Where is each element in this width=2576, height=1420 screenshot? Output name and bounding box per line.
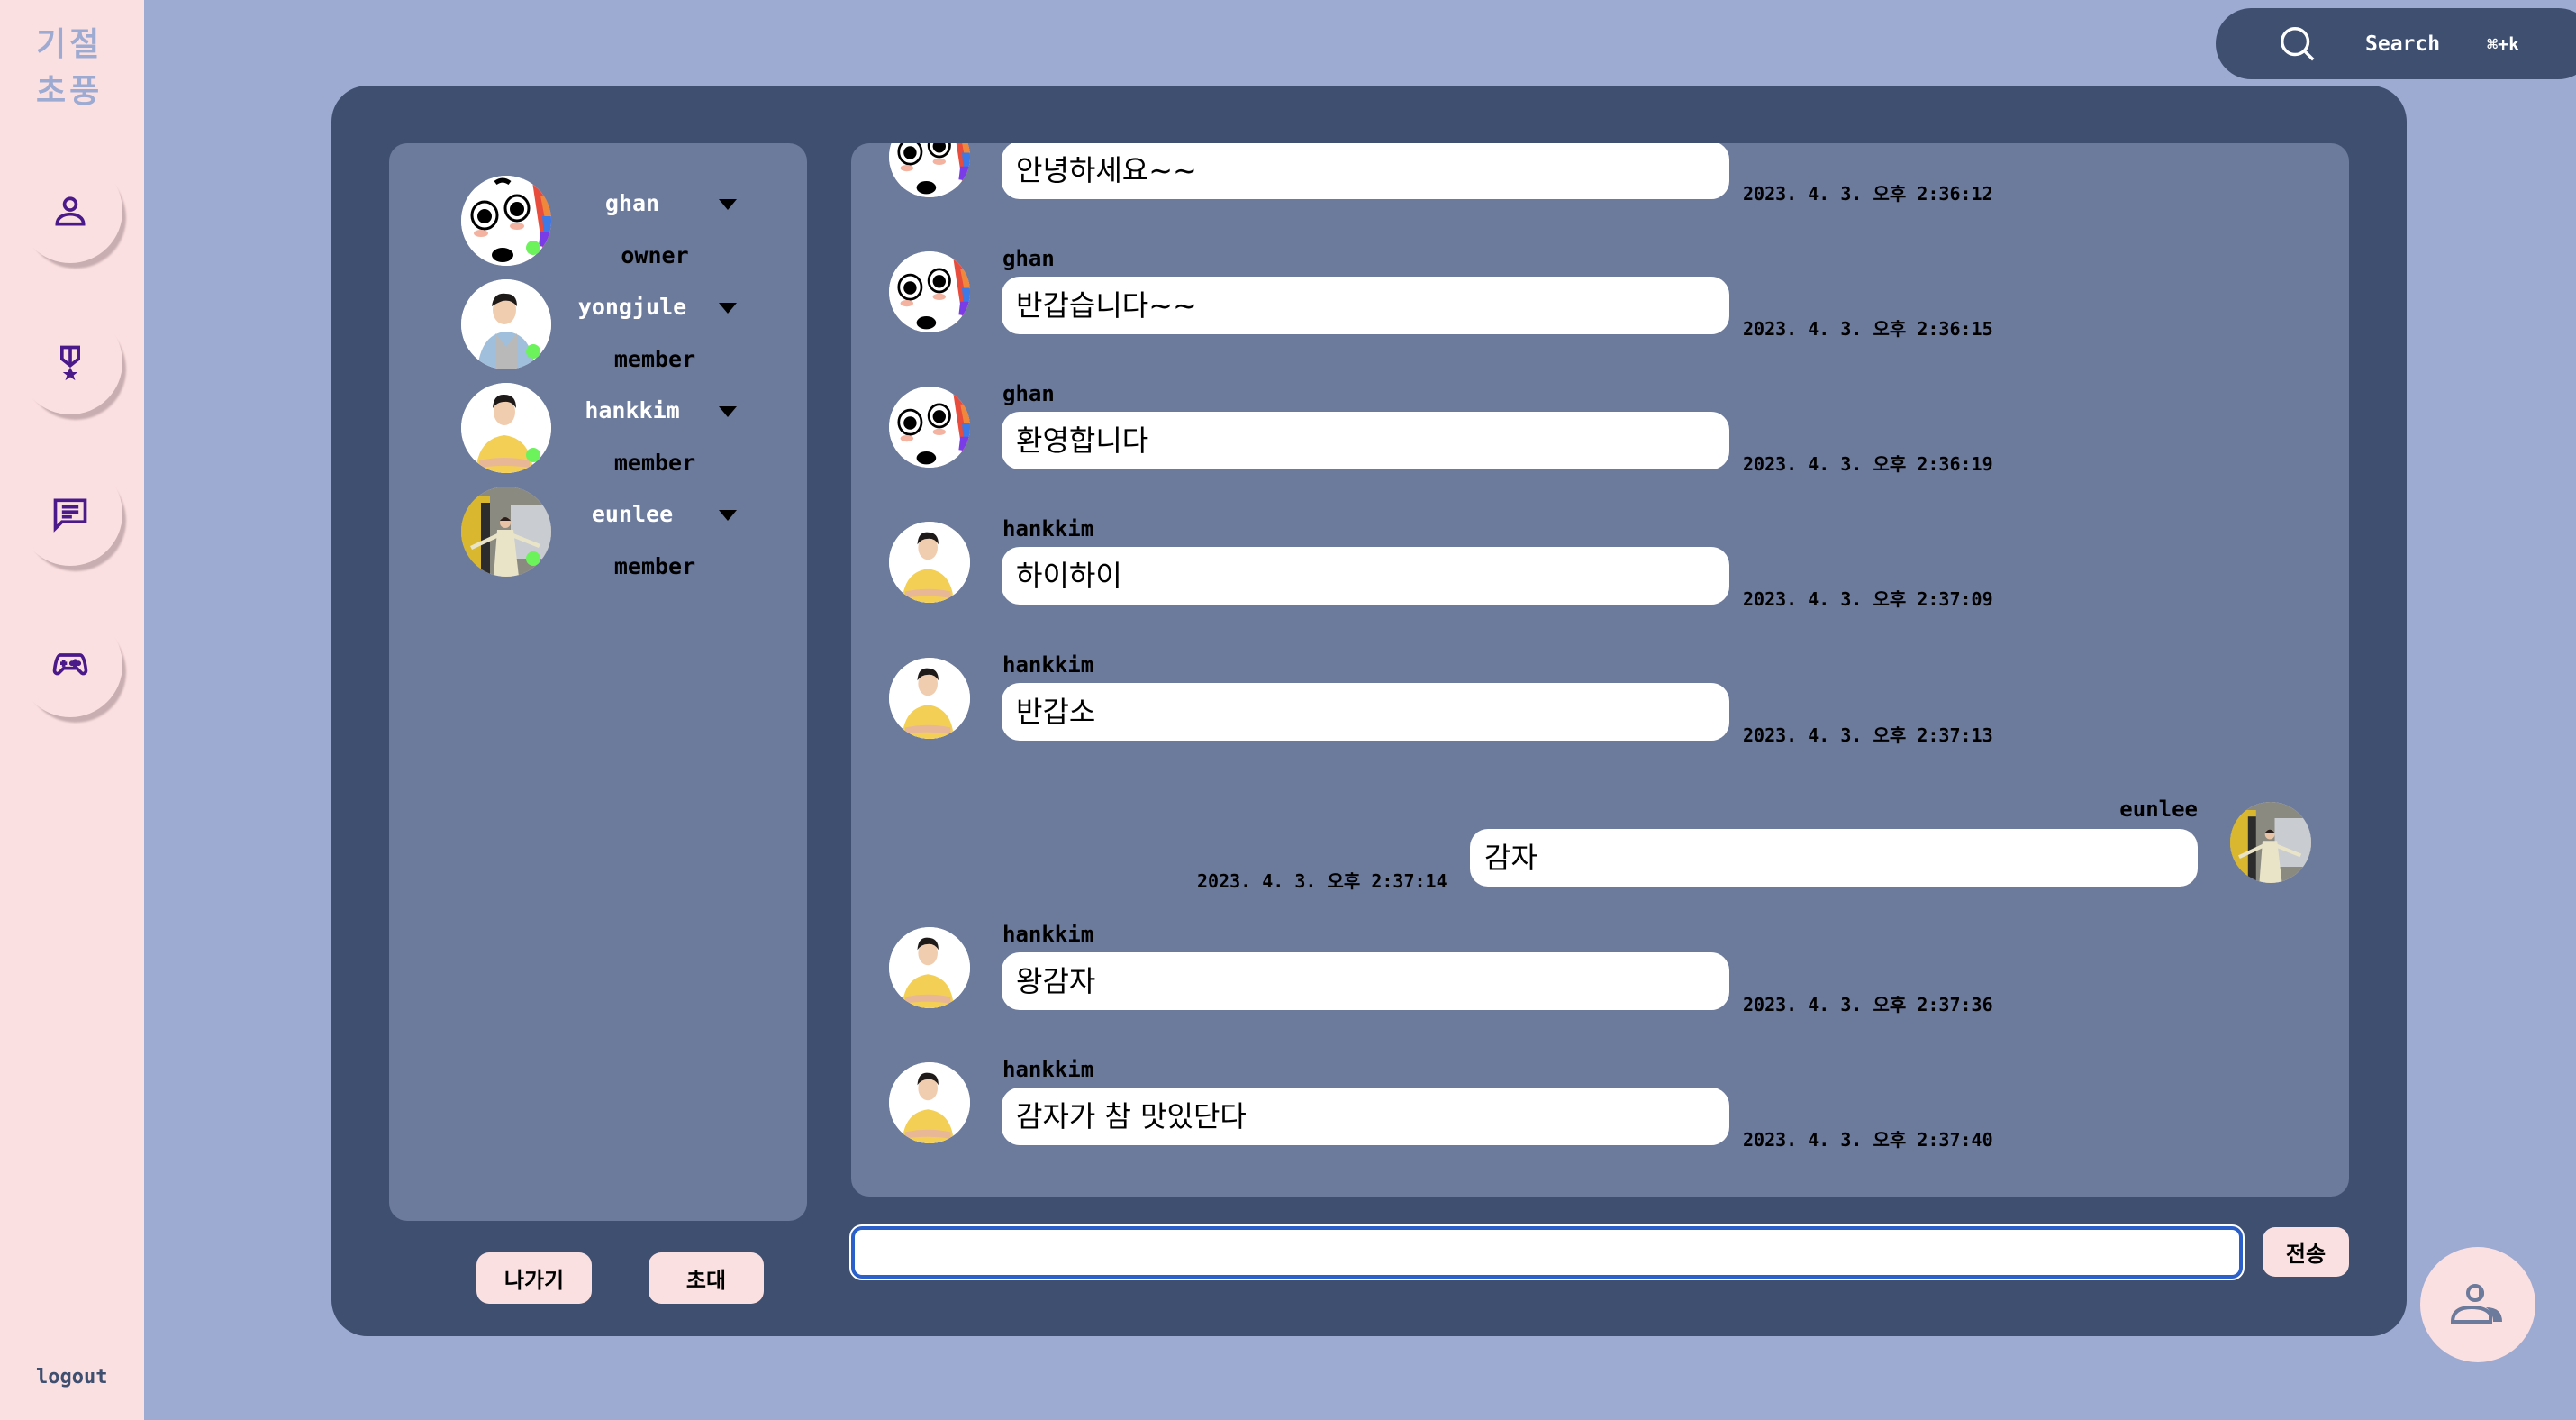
- message-bubble: 왕감자: [1002, 952, 1729, 1010]
- search-shortcut: ⌘+k: [2487, 32, 2520, 55]
- member-item[interactable]: hankkim member: [461, 383, 767, 482]
- friends-button[interactable]: [2420, 1247, 2535, 1362]
- avatar-hankkim-image: [889, 1062, 970, 1143]
- member-item[interactable]: ghan owner: [461, 176, 767, 275]
- message-timestamp: 2023. 4. 3. 오후 2:37:13: [1743, 724, 1993, 746]
- message-list[interactable]: 안녕하세요~~ 2023. 4. 3. 오후 2:36:12 ghan 반갑습니…: [851, 143, 2349, 1197]
- message-sender: ghan: [1002, 246, 1055, 271]
- online-indicator: [526, 344, 540, 359]
- online-indicator: [526, 448, 540, 462]
- avatar-hankkim-image: [889, 522, 970, 603]
- member-list: ghan owner yongjule member hankkim membe…: [389, 143, 807, 1221]
- message-avatar[interactable]: [889, 658, 970, 739]
- message-timestamp: 2023. 4. 3. 오후 2:36:15: [1743, 318, 1993, 340]
- member-menu-dropdown[interactable]: [719, 303, 737, 314]
- app-logo[interactable]: 기절 초풍: [36, 22, 117, 115]
- member-item[interactable]: yongjule member: [461, 279, 767, 378]
- friends-icon: [2450, 1284, 2502, 1324]
- message-item: ghan 환영합니다 2023. 4. 3. 오후 2:36:19: [851, 381, 2349, 513]
- logo-line-1: 기절: [36, 26, 104, 63]
- member-name: ghan: [604, 190, 660, 216]
- message-sender: hankkim: [1002, 1057, 1094, 1082]
- avatar-hankkim-image: [889, 658, 970, 739]
- gamepad-icon: [52, 653, 88, 676]
- invite-button[interactable]: 초대: [649, 1252, 764, 1304]
- message-item: hankkim 감자가 참 맛있단다 2023. 4. 3. 오후 2:37:4…: [851, 1057, 2349, 1188]
- message-bubble: 감자가 참 맛있단다: [1002, 1088, 1729, 1145]
- member-role: member: [613, 553, 696, 579]
- message-timestamp: 2023. 4. 3. 오후 2:37:14: [1197, 870, 1447, 892]
- message-avatar[interactable]: [889, 143, 970, 197]
- message-bubble: 환영합니다: [1002, 412, 1729, 469]
- member-menu-dropdown[interactable]: [719, 406, 737, 417]
- message-bubble: 반갑습니다~~: [1002, 277, 1729, 334]
- message-item: ghan 반갑습니다~~ 2023. 4. 3. 오후 2:36:15: [851, 246, 2349, 378]
- online-indicator: [526, 241, 540, 255]
- message-bubble: 반갑소: [1002, 683, 1729, 741]
- nav-profile-button[interactable]: [18, 159, 122, 263]
- search-bar[interactable]: Search ⌘+k: [2216, 8, 2576, 79]
- message-item: hankkim 왕감자 2023. 4. 3. 오후 2:37:36: [851, 922, 2349, 1053]
- online-indicator: [526, 551, 540, 566]
- avatar-eunlee-image: [2230, 802, 2311, 883]
- message-avatar[interactable]: [889, 1062, 970, 1143]
- message-avatar[interactable]: [889, 927, 970, 1008]
- message-item-own: eunlee 감자 2023. 4. 3. 오후 2:37:14: [851, 796, 2349, 928]
- member-role: member: [613, 450, 696, 476]
- message-sender: hankkim: [1002, 652, 1094, 678]
- member-menu-dropdown[interactable]: [719, 199, 737, 210]
- message-timestamp: 2023. 4. 3. 오후 2:37:36: [1743, 994, 1993, 1015]
- message-timestamp: 2023. 4. 3. 오후 2:36:19: [1743, 453, 1993, 475]
- logo-line-2: 초풍: [36, 73, 104, 110]
- member-role: member: [613, 346, 696, 372]
- avatar-hankkim-image: [889, 927, 970, 1008]
- member-name: eunlee: [591, 501, 674, 527]
- message-sender: eunlee: [2119, 796, 2198, 822]
- nav-ranking-button[interactable]: [18, 310, 122, 414]
- message-sender: hankkim: [1002, 516, 1094, 542]
- logout-link[interactable]: logout: [36, 1366, 107, 1388]
- message-item: hankkim 반갑소 2023. 4. 3. 오후 2:37:13: [851, 652, 2349, 784]
- member-name: yongjule: [577, 294, 687, 320]
- message-avatar[interactable]: [889, 251, 970, 332]
- search-label: Search: [2365, 32, 2441, 56]
- message-item: 안녕하세요~~ 2023. 4. 3. 오후 2:36:12: [851, 143, 2349, 242]
- chat-room-panel: ghan owner yongjule member hankkim membe…: [331, 86, 2407, 1336]
- search-icon: [2281, 26, 2315, 60]
- sidebar: 기절 초풍 logout: [0, 0, 144, 1420]
- send-button[interactable]: 전송: [2263, 1227, 2349, 1277]
- avatar-ghan-image: [889, 387, 970, 468]
- message-timestamp: 2023. 4. 3. 오후 2:37:40: [1743, 1129, 1993, 1151]
- avatar-ghan-image: [889, 251, 970, 332]
- message-input[interactable]: [849, 1224, 2245, 1280]
- message-bubble: 하이하이: [1002, 547, 1729, 605]
- message-avatar[interactable]: [889, 387, 970, 468]
- user-icon: [55, 196, 86, 226]
- message-sender: ghan: [1002, 381, 1055, 406]
- nav-chat-button[interactable]: [18, 461, 122, 566]
- message-timestamp: 2023. 4. 3. 오후 2:36:12: [1743, 183, 1993, 205]
- chat-icon: [53, 498, 87, 532]
- nav-game-button[interactable]: [18, 613, 122, 717]
- member-menu-dropdown[interactable]: [719, 510, 737, 521]
- message-avatar[interactable]: [889, 522, 970, 603]
- member-role: owner: [621, 242, 689, 269]
- message-item: hankkim 하이하이 2023. 4. 3. 오후 2:37:09: [851, 516, 2349, 648]
- member-name: hankkim: [585, 397, 680, 423]
- message-sender: hankkim: [1002, 922, 1094, 947]
- message-bubble: 감자: [1470, 829, 2198, 887]
- medal-icon: [60, 345, 80, 381]
- avatar-ghan-image: [889, 143, 970, 197]
- message-timestamp: 2023. 4. 3. 오후 2:37:09: [1743, 588, 1993, 610]
- message-bubble: 안녕하세요~~: [1002, 143, 1729, 199]
- message-avatar[interactable]: [2230, 802, 2311, 883]
- member-item[interactable]: eunlee member: [461, 487, 767, 586]
- leave-room-button[interactable]: 나가기: [476, 1252, 592, 1304]
